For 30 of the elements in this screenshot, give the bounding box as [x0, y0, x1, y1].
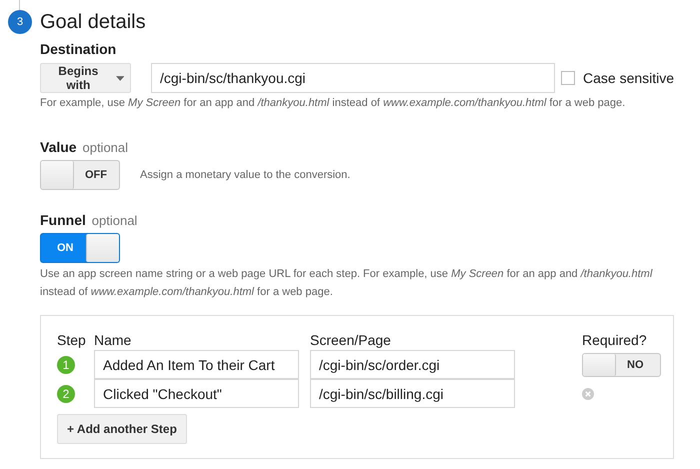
step-name-field[interactable]: Added An Item To their Cart [94, 350, 299, 379]
destination-hint: For example, use My Screen for an app and /thankyou.html instead of www.example.com/thankyou.html for a web page. [40, 97, 626, 109]
case-sensitive-label: Case sensitive [583, 70, 674, 86]
section-title: Goal details [40, 10, 146, 34]
optional-label: optional [82, 140, 128, 155]
step-page-field[interactable]: /cgi-bin/sc/billing.cgi [310, 379, 515, 408]
step-name-field[interactable]: Clicked "Checkout" [94, 379, 299, 408]
step-badge: 3 [8, 10, 32, 34]
destination-field[interactable]: /cgi-bin/sc/thankyou.cgi [151, 63, 555, 93]
step-page-field[interactable]: /cgi-bin/sc/order.cgi [310, 350, 515, 379]
remove-icon[interactable] [582, 388, 594, 400]
column-header: Name [94, 332, 132, 350]
match-type-dropdown[interactable]: Begins with [40, 63, 131, 93]
caret-icon [116, 76, 124, 80]
value-hint: Assign a monetary value to the conversion. [140, 169, 350, 181]
funnel-toggle[interactable]: ON [40, 233, 120, 263]
value-toggle[interactable]: OFF [40, 160, 120, 190]
add-step-button[interactable]: + Add another Step [57, 414, 187, 444]
column-header: Screen/Page [310, 332, 392, 350]
step-number: 1 [57, 356, 75, 374]
case-sensitive-checkbox[interactable] [561, 71, 575, 85]
column-header: Step [57, 332, 87, 350]
column-header: Required? [582, 332, 648, 350]
destination-label: Destination [40, 41, 118, 57]
step-number: 2 [57, 384, 75, 402]
funnel-label: Funnel [40, 212, 86, 228]
value-label: Value [40, 139, 77, 155]
required-toggle[interactable]: NO [582, 352, 661, 376]
optional-label: optional [92, 213, 138, 228]
funnel-hint: Use an app screen name string or a web page URL for each step. For example, use My Screen for an app and /thankyou.html instead of www.example.com/thankyou.html for a web page. [40, 267, 654, 300]
